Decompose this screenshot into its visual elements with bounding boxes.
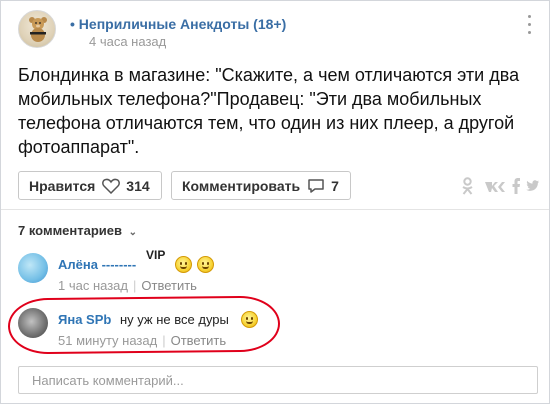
reply-button[interactable]: Ответить (141, 278, 197, 293)
comment-author-link[interactable]: Алёна -------- (58, 257, 136, 272)
post-time[interactable]: 4 часа назад (89, 34, 166, 49)
comment-author-link[interactable]: Яна SPb (58, 312, 111, 327)
teddy-bear-icon (29, 17, 47, 42)
like-label: Нравится (29, 177, 96, 194)
smile-icon (175, 256, 192, 273)
twitter-icon[interactable] (526, 177, 540, 196)
more-options-icon[interactable] (522, 11, 538, 39)
like-count: 314 (126, 177, 150, 194)
facebook-icon[interactable] (511, 177, 521, 198)
comments-count-toggle[interactable]: 7 комментариев ⌄ (18, 223, 137, 238)
group-avatar[interactable] (18, 10, 56, 48)
comment-meta: 1 час назад | Ответить (58, 278, 197, 293)
chevron-down-icon: ⌄ (128, 227, 138, 238)
post-text: Блондинка в магазине: "Скажите, а чем от… (18, 65, 520, 157)
comment-item: Алёна -------- VIP 1 час назад | Ответить (18, 248, 518, 293)
comment-time[interactable]: 1 час назад (58, 278, 128, 293)
comment-text: ну уж не все дуры (120, 312, 229, 327)
smile-icon (197, 256, 214, 273)
post-actions: Нравится 314 Комментировать 7 (18, 171, 540, 201)
laughing-icon (241, 311, 258, 328)
post-card: • Неприличные Анекдоты (18+) 4 часа наза… (0, 0, 550, 404)
comment-meta: 51 минуту назад | Ответить (58, 333, 227, 348)
comments-count-label: 7 комментариев (18, 223, 123, 238)
post-header: • Неприличные Анекдоты (18+) 4 часа наза… (18, 7, 538, 51)
comment-input[interactable] (18, 366, 538, 394)
comment-avatar[interactable] (18, 308, 48, 338)
like-button[interactable]: Нравится 314 (18, 171, 162, 200)
vip-badge: VIP (146, 248, 166, 262)
odnoklassniki-icon[interactable] (461, 177, 474, 198)
group-name-link[interactable]: • Неприличные Анекдоты (18+) (70, 16, 286, 32)
comment-count: 7 (331, 177, 339, 194)
comment-label: Комментировать (182, 177, 301, 194)
heart-icon (102, 178, 121, 194)
comment-time[interactable]: 51 минуту назад (58, 333, 157, 348)
comment-button[interactable]: Комментировать 7 (171, 171, 351, 200)
vk-icon[interactable] (484, 177, 506, 197)
speech-bubble-icon (307, 178, 325, 194)
reply-button[interactable]: Ответить (171, 333, 227, 348)
comment-avatar[interactable] (18, 253, 48, 283)
divider (1, 209, 549, 210)
comment-item: Яна SPb ну уж не все дуры 51 минуту наза… (18, 304, 518, 348)
